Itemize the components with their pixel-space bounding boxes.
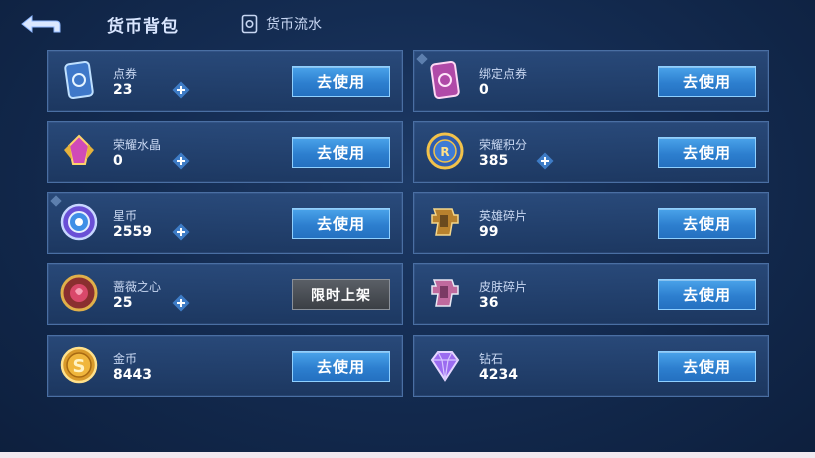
currency-card-gold-coin: S 金币 8443 去使用: [47, 335, 403, 397]
currency-name: 皮肤碎片: [479, 280, 528, 294]
currency-count: 2559: [113, 224, 152, 240]
add-glory-crystal-button[interactable]: [172, 152, 190, 170]
back-arrow-icon: [21, 14, 61, 34]
glory-points-icon: R: [426, 132, 464, 170]
top-bar: 货币背包 货币流水: [0, 0, 815, 48]
rose-heart-icon: [60, 274, 98, 312]
currency-name: 英雄碎片: [479, 209, 528, 223]
coupon-icon: [64, 61, 94, 99]
use-button[interactable]: 去使用: [658, 279, 756, 310]
currency-count: 23: [113, 82, 133, 98]
currency-count: 99: [479, 224, 499, 240]
bottom-strip: [0, 452, 815, 458]
currency-name: 点券: [113, 67, 138, 81]
use-button[interactable]: 去使用: [658, 351, 756, 382]
currency-card-diamond: 钻石 4234 去使用: [413, 335, 769, 397]
currency-flow-label: 货币流水: [266, 17, 322, 33]
currency-count: 8443: [113, 367, 152, 383]
currency-card-skin-fragment: 皮肤碎片 36 去使用: [413, 263, 769, 325]
add-coupon-button[interactable]: [172, 81, 190, 99]
gold-coin-icon: S: [60, 346, 98, 384]
currency-count: 0: [113, 153, 123, 169]
currency-card-star-coin: 星币 2559 去使用: [47, 192, 403, 254]
use-button[interactable]: 去使用: [658, 208, 756, 239]
skin-fragment-icon: [431, 279, 459, 307]
currency-card-bound-coupon: 绑定点券 0 去使用: [413, 50, 769, 112]
currency-card-glory-crystal: 荣耀水晶 0 去使用: [47, 121, 403, 183]
currency-card-hero-fragment: 英雄碎片 99 去使用: [413, 192, 769, 254]
use-button[interactable]: 去使用: [292, 351, 390, 382]
currency-name: 金币: [113, 352, 138, 366]
back-button[interactable]: [18, 12, 62, 36]
use-button[interactable]: 去使用: [658, 66, 756, 97]
currency-name: 绑定点券: [479, 67, 528, 81]
use-button[interactable]: 去使用: [292, 208, 390, 239]
diamond-icon: [430, 351, 460, 382]
limited-time-button: 限时上架: [292, 279, 390, 310]
currency-count: 0: [479, 82, 489, 98]
currency-name: 星币: [113, 209, 138, 223]
hero-fragment-icon: [431, 208, 459, 236]
bound-coupon-icon: [430, 61, 460, 99]
currency-card-glory-points: R 荣耀积分 385 去使用: [413, 121, 769, 183]
currency-card-coupon: 点券 23 去使用: [47, 50, 403, 112]
currency-flow-link[interactable]: 货币流水: [241, 14, 322, 34]
currency-count: 385: [479, 153, 509, 169]
currency-name: 钻石: [479, 352, 504, 366]
use-button[interactable]: 去使用: [292, 66, 390, 97]
add-glory-points-button[interactable]: [536, 152, 554, 170]
currency-name: 蔷薇之心: [113, 280, 162, 294]
currency-name: 荣耀水晶: [113, 138, 162, 152]
currency-card-rose-heart: 蔷薇之心 25 限时上架: [47, 263, 403, 325]
currency-count: 4234: [479, 367, 518, 383]
use-button[interactable]: 去使用: [658, 137, 756, 168]
star-coin-icon: [60, 203, 98, 241]
currency-count: 25: [113, 295, 133, 311]
glory-crystal-icon: [64, 134, 94, 165]
ledger-icon: [241, 14, 258, 34]
add-star-coin-button[interactable]: [172, 223, 190, 241]
currency-name: 荣耀积分: [479, 138, 528, 152]
currency-count: 36: [479, 295, 499, 311]
svg-text:S: S: [73, 356, 86, 377]
add-rose-heart-button[interactable]: [172, 294, 190, 312]
page-title: 货币背包: [107, 17, 179, 37]
use-button[interactable]: 去使用: [292, 137, 390, 168]
svg-text:R: R: [440, 145, 449, 159]
